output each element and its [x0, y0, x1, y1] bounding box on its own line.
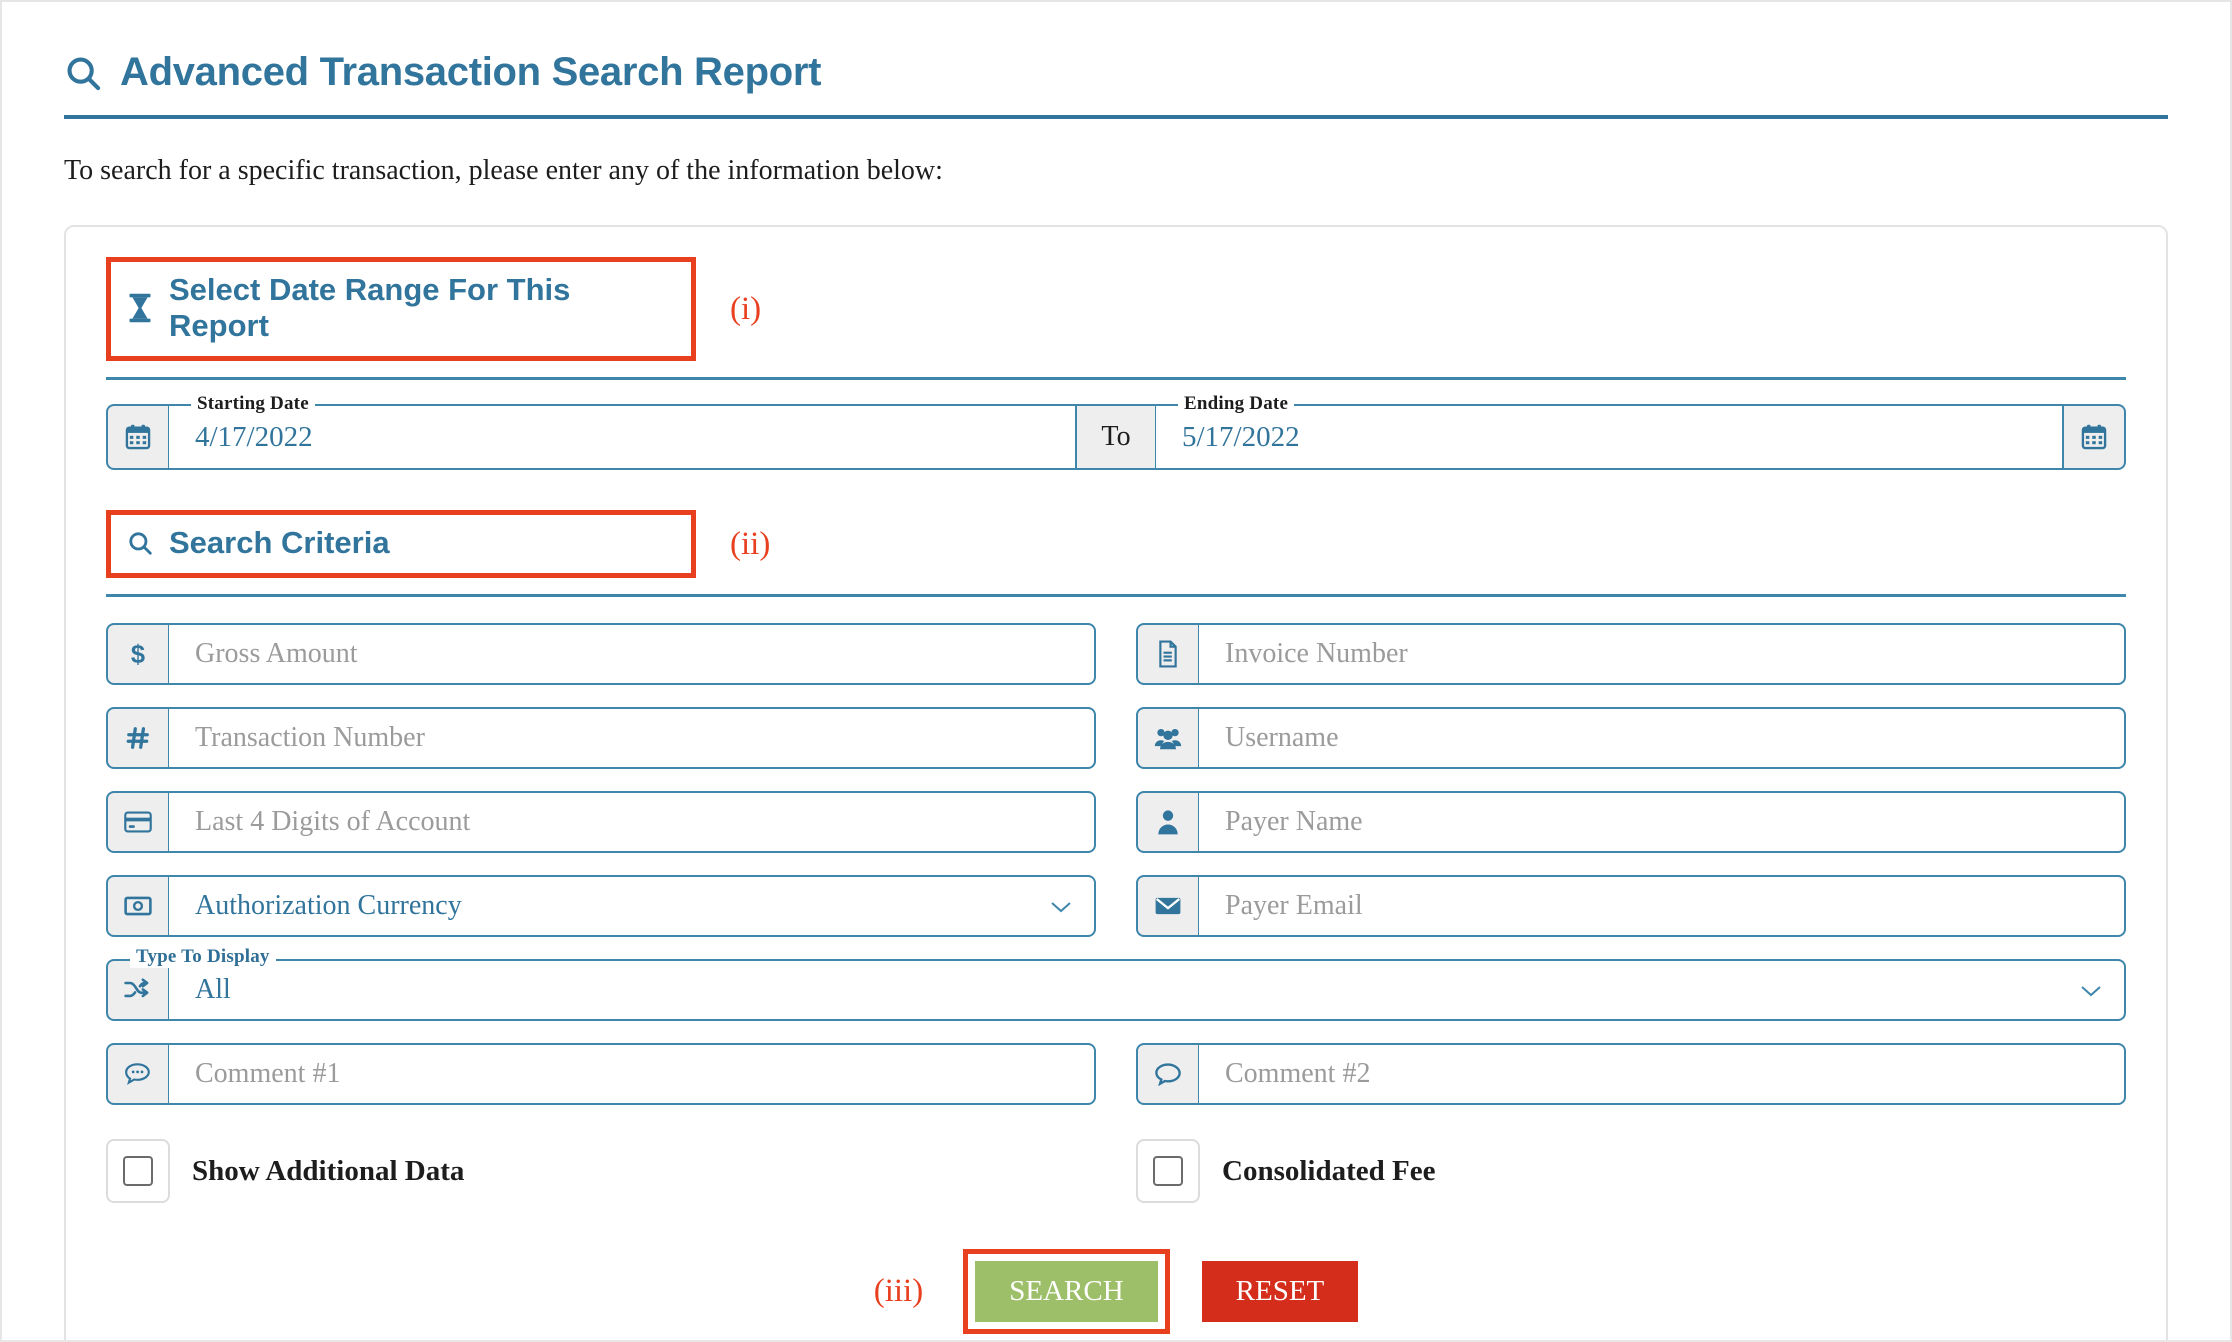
annotation-ii: (ii): [730, 525, 771, 562]
title-divider: [64, 115, 2168, 119]
transaction-number-placeholder: Transaction Number: [195, 722, 425, 753]
ending-date-calendar-icon[interactable]: [2064, 404, 2126, 470]
consolidated-fee-label: Consolidated Fee: [1222, 1154, 1436, 1187]
invoice-number-input[interactable]: Invoice Number: [1198, 623, 2126, 685]
type-to-display-value: All: [195, 974, 231, 1005]
date-range-header-box: Select Date Range For This Report: [106, 257, 696, 361]
page-title: Advanced Transaction Search Report: [120, 50, 822, 94]
ending-date-value: 5/17/2022: [1182, 420, 1300, 453]
dollar-sign-icon: $: [106, 623, 168, 685]
starting-date-field[interactable]: Starting Date 4/17/2022: [168, 393, 1077, 470]
starting-date-value: 4/17/2022: [195, 420, 313, 453]
comment-2-field[interactable]: Comment #2: [1136, 1043, 2126, 1105]
hashtag-icon: [106, 707, 168, 769]
invoice-number-field[interactable]: Invoice Number: [1136, 623, 2126, 685]
ending-date-label: Ending Date: [1178, 393, 1295, 415]
users-icon: [1136, 707, 1198, 769]
search-button[interactable]: SEARCH: [975, 1261, 1158, 1323]
date-section-divider: [106, 377, 2126, 380]
comment-icon: [1136, 1043, 1198, 1105]
gross-amount-input[interactable]: Gross Amount: [168, 623, 1096, 685]
search-form-card: Select Date Range For This Report (i) St…: [64, 225, 2168, 1340]
authorization-currency-value: Authorization Currency: [195, 890, 462, 921]
form-actions: (iii) SEARCH RESET: [106, 1249, 2126, 1335]
annotation-iii: (iii): [873, 1273, 924, 1310]
payer-name-placeholder: Payer Name: [1225, 806, 1363, 837]
type-to-display-label: Type To Display: [130, 946, 276, 968]
date-range-section-header: Select Date Range For This Report (i): [106, 257, 2126, 361]
type-to-display-select[interactable]: All: [168, 959, 2126, 1021]
search-criteria-section-header: Search Criteria (ii): [106, 510, 2126, 578]
show-additional-data-checkbox-wrapper[interactable]: [106, 1139, 170, 1203]
reset-button[interactable]: RESET: [1201, 1261, 1359, 1323]
consolidated-fee-checkbox-row[interactable]: Consolidated Fee: [1136, 1139, 2126, 1203]
comment-2-placeholder: Comment #2: [1225, 1058, 1371, 1089]
intro-text: To search for a specific transaction, pl…: [64, 155, 943, 186]
username-input[interactable]: Username: [1198, 707, 2126, 769]
show-additional-data-label: Show Additional Data: [192, 1154, 465, 1187]
checkbox-row: Show Additional Data Consolidated Fee: [106, 1139, 2126, 1203]
authorization-currency-field[interactable]: Authorization Currency: [106, 875, 1096, 937]
consolidated-fee-checkbox[interactable]: [1153, 1156, 1183, 1186]
gross-amount-field[interactable]: $ Gross Amount: [106, 623, 1096, 685]
type-to-display-field[interactable]: Type To Display All: [106, 946, 2126, 1021]
show-additional-data-checkbox-row[interactable]: Show Additional Data: [106, 1139, 1096, 1203]
last-4-digits-input[interactable]: Last 4 Digits of Account: [168, 791, 1096, 853]
username-field[interactable]: Username: [1136, 707, 2126, 769]
comment-1-field[interactable]: Comment #1: [106, 1043, 1096, 1105]
svg-text:$: $: [131, 641, 145, 668]
payer-email-placeholder: Payer Email: [1225, 890, 1363, 921]
user-icon: [1136, 791, 1198, 853]
payer-email-input[interactable]: Payer Email: [1198, 875, 2126, 937]
criteria-section-divider: [106, 594, 2126, 597]
last-4-digits-placeholder: Last 4 Digits of Account: [195, 806, 471, 837]
date-range-separator: To: [1077, 404, 1155, 470]
payer-email-field[interactable]: Payer Email: [1136, 875, 2126, 937]
criteria-fields-grid: $ Gross Amount Invoice Number Transactio…: [106, 623, 2126, 1105]
shuffle-icon: [106, 959, 168, 1021]
search-criteria-header-box: Search Criteria: [106, 510, 696, 578]
annotation-i: (i): [730, 290, 762, 327]
show-additional-data-checkbox[interactable]: [123, 1156, 153, 1186]
date-range-title: Select Date Range For This Report: [169, 272, 571, 343]
search-icon: [127, 530, 153, 556]
comment-1-input[interactable]: Comment #1: [168, 1043, 1096, 1105]
authorization-currency-select[interactable]: Authorization Currency: [168, 875, 1096, 937]
credit-card-icon: [106, 791, 168, 853]
transaction-number-input[interactable]: Transaction Number: [168, 707, 1096, 769]
money-bill-icon: [106, 875, 168, 937]
ending-date-field[interactable]: Ending Date 5/17/2022: [1155, 393, 2064, 470]
chevron-down-icon: [2080, 974, 2102, 1006]
comment-2-input[interactable]: Comment #2: [1198, 1043, 2126, 1105]
payer-name-input[interactable]: Payer Name: [1198, 791, 2126, 853]
chevron-down-icon: [1050, 890, 1072, 922]
transaction-number-field[interactable]: Transaction Number: [106, 707, 1096, 769]
search-icon: [64, 54, 102, 92]
comment-1-placeholder: Comment #1: [195, 1058, 341, 1089]
consolidated-fee-checkbox-wrapper[interactable]: [1136, 1139, 1200, 1203]
file-document-icon: [1136, 623, 1198, 685]
username-placeholder: Username: [1225, 722, 1339, 753]
date-range-row: Starting Date 4/17/2022 To Ending Date 5…: [106, 393, 2126, 470]
advanced-transaction-search-page: Advanced Transaction Search Report To se…: [0, 0, 2232, 1342]
starting-date-label: Starting Date: [191, 393, 315, 415]
last-4-digits-field[interactable]: Last 4 Digits of Account: [106, 791, 1096, 853]
payer-name-field[interactable]: Payer Name: [1136, 791, 2126, 853]
envelope-icon: [1136, 875, 1198, 937]
comment-dots-icon: [106, 1043, 168, 1105]
invoice-number-placeholder: Invoice Number: [1225, 638, 1408, 669]
hourglass-icon: [127, 293, 153, 323]
search-criteria-title: Search Criteria: [169, 525, 390, 560]
search-button-highlight: SEARCH: [963, 1249, 1170, 1335]
page-header: Advanced Transaction Search Report: [2, 2, 2230, 95]
gross-amount-placeholder: Gross Amount: [195, 638, 358, 669]
starting-date-calendar-icon[interactable]: [106, 404, 168, 470]
